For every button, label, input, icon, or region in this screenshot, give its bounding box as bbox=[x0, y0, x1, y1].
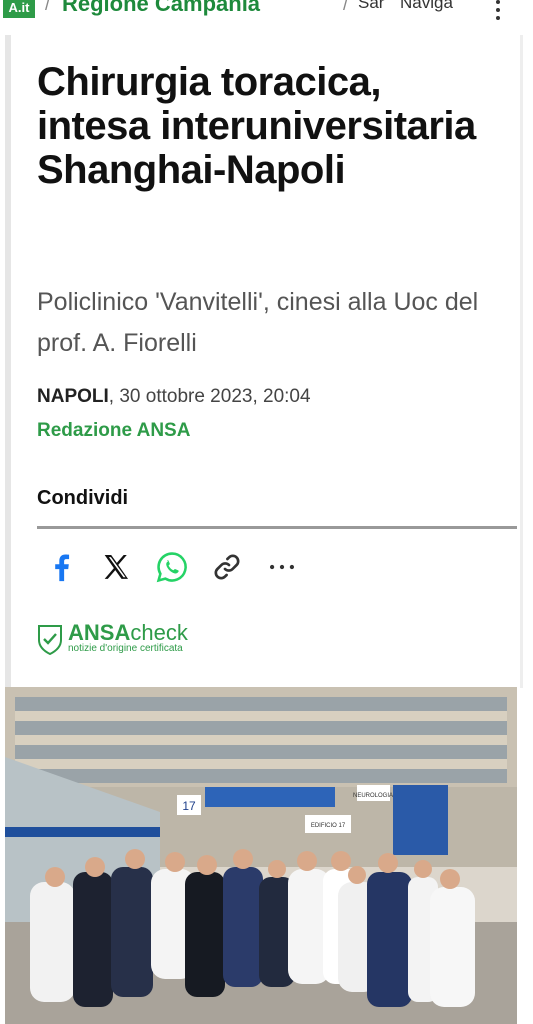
article-author-link[interactable]: Redazione ANSA bbox=[37, 420, 190, 442]
article-title: Chirurgia toracica, intesa interuniversi… bbox=[37, 60, 476, 192]
breadcrumb-separator: / bbox=[45, 0, 51, 14]
left-rail bbox=[5, 35, 11, 688]
facebook-share-button[interactable] bbox=[45, 550, 79, 584]
article-dateline: NAPOLI, 30 ottobre 2023, 20:04 bbox=[37, 386, 311, 408]
navigate-menu-link[interactable]: Naviga bbox=[400, 0, 453, 13]
more-share-button[interactable] bbox=[265, 550, 299, 584]
x-share-button[interactable] bbox=[99, 550, 133, 584]
breadcrumb-region-link[interactable]: Regione Campania bbox=[62, 0, 260, 17]
shield-check-icon bbox=[38, 625, 62, 655]
photo-sign-17: 17 bbox=[182, 799, 196, 813]
dateline-location: NAPOLI bbox=[37, 386, 109, 407]
article-photo[interactable]: NEUROLOGIA 17 EDIFICIO 17 bbox=[5, 687, 517, 1024]
ansacheck-suffix: check bbox=[130, 620, 188, 645]
whatsapp-icon bbox=[156, 552, 187, 583]
more-options-icon[interactable] bbox=[492, 0, 504, 20]
breadcrumb-section-link[interactable]: Sar bbox=[358, 0, 384, 13]
share-label: Condividi bbox=[37, 487, 129, 509]
copy-link-button[interactable] bbox=[210, 550, 244, 584]
right-rail bbox=[520, 35, 523, 688]
facebook-icon bbox=[55, 554, 70, 582]
article-subtitle: Policlinico 'Vanvitelli', cinesi alla Uo… bbox=[37, 288, 479, 357]
photo-sign-neurologia: NEUROLOGIA bbox=[353, 793, 393, 799]
breadcrumb: A.it / Regione Campania / Sar Naviga bbox=[0, 0, 533, 22]
ansacheck-tagline: notizie d'origine certificata bbox=[68, 643, 183, 654]
ansacheck-brand: ANSA bbox=[68, 620, 131, 645]
dateline-date: , 30 ottobre 2023, 20:04 bbox=[108, 386, 311, 407]
more-icon bbox=[269, 564, 295, 570]
whatsapp-share-button[interactable] bbox=[155, 550, 189, 584]
ansa-logo[interactable]: A.it bbox=[3, 0, 35, 18]
breadcrumb-separator: / bbox=[343, 0, 349, 14]
ansacheck-badge[interactable]: ANSAcheck notizie d'origine certificata bbox=[37, 620, 237, 660]
share-divider bbox=[37, 526, 517, 529]
link-icon bbox=[214, 554, 240, 580]
group-photo-illustration: NEUROLOGIA 17 EDIFICIO 17 bbox=[5, 687, 517, 1024]
x-icon bbox=[104, 554, 129, 579]
photo-sign-edificio: EDIFICIO 17 bbox=[311, 823, 346, 829]
